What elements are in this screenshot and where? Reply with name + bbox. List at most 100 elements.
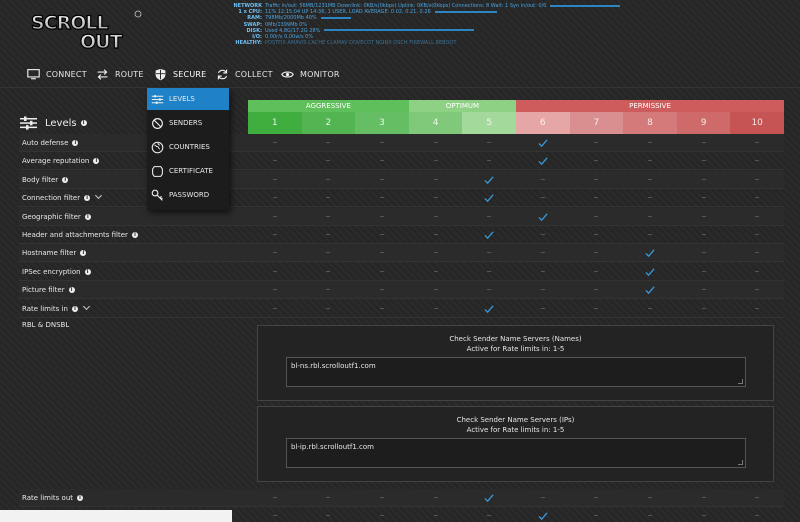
nav-monitor[interactable]: MONITOR <box>281 66 340 82</box>
level-cell[interactable] <box>433 215 438 217</box>
check-icon[interactable] <box>484 175 494 185</box>
level-cell[interactable] <box>755 142 760 143</box>
level-cell[interactable] <box>648 197 652 199</box>
level-cell[interactable] <box>433 178 438 180</box>
check-icon[interactable] <box>484 304 494 314</box>
scrollout-logo[interactable]: SCROLL OUT <box>28 8 143 54</box>
level-cell[interactable] <box>380 215 384 217</box>
level-cell[interactable] <box>540 270 545 272</box>
level-cell[interactable] <box>433 252 438 254</box>
level-cell[interactable] <box>594 252 599 254</box>
level-cell[interactable] <box>540 307 545 309</box>
info-icon[interactable]: i <box>84 268 91 275</box>
info-icon[interactable]: i <box>62 176 69 183</box>
check-icon[interactable] <box>484 230 494 240</box>
level-cell[interactable] <box>272 515 277 517</box>
menu-item-password[interactable]: PASSWORD <box>147 184 229 206</box>
level-cell[interactable] <box>326 160 331 162</box>
check-icon[interactable] <box>538 212 548 222</box>
level-4[interactable]: 4 <box>408 112 463 134</box>
level-cell[interactable] <box>594 307 599 309</box>
level-cell[interactable] <box>594 289 599 291</box>
level-cell[interactable] <box>701 197 706 199</box>
menu-item-levels[interactable]: LEVELS <box>147 88 229 110</box>
check-icon[interactable] <box>538 138 548 148</box>
level-cell[interactable] <box>701 289 706 291</box>
info-icon[interactable]: i <box>84 195 91 202</box>
level-cell[interactable] <box>755 215 760 217</box>
level-cell[interactable] <box>701 142 706 143</box>
info-icon[interactable]: i <box>68 287 75 294</box>
chevron-down-icon[interactable] <box>82 302 90 310</box>
level-cell[interactable] <box>755 270 760 272</box>
info-icon[interactable]: i <box>72 140 79 146</box>
level-cell[interactable] <box>755 178 760 180</box>
level-cell[interactable] <box>755 234 760 235</box>
resize-handle[interactable] <box>738 379 743 384</box>
level-cell[interactable] <box>487 270 492 272</box>
level-cell[interactable] <box>487 142 492 143</box>
level-cell[interactable] <box>594 497 599 498</box>
level-cell[interactable] <box>326 252 331 254</box>
level-cell[interactable] <box>648 497 652 498</box>
chevron-down-icon[interactable] <box>95 192 103 200</box>
rbl-textarea[interactable]: bl-ip.rbl.scrolloutf1.com <box>286 438 746 468</box>
level-cell[interactable] <box>326 197 331 199</box>
menu-item-senders[interactable]: SENDERS <box>147 112 229 134</box>
level-cell[interactable] <box>380 270 384 272</box>
level-cell[interactable] <box>326 307 331 309</box>
level-cell[interactable] <box>648 307 652 309</box>
level-cell[interactable] <box>326 270 331 272</box>
level-cell[interactable] <box>272 178 277 180</box>
level-cell[interactable] <box>701 515 706 517</box>
info-icon[interactable]: i <box>71 305 78 312</box>
check-icon[interactable] <box>645 285 655 295</box>
level-cell[interactable] <box>594 160 599 162</box>
level-cell[interactable] <box>594 215 599 217</box>
level-cell[interactable] <box>433 142 438 143</box>
level-cell[interactable] <box>326 515 331 517</box>
level-9[interactable]: 9 <box>676 112 731 134</box>
check-icon[interactable] <box>645 248 655 258</box>
level-cell[interactable] <box>540 252 545 254</box>
level-cell[interactable] <box>648 142 652 143</box>
level-cell[interactable] <box>487 160 492 162</box>
menu-item-countries[interactable]: COUNTRIES <box>147 136 229 158</box>
level-cell[interactable] <box>755 497 760 498</box>
rbl-textarea[interactable]: bl-ns.rbl.scrolloutf1.com <box>286 357 746 387</box>
level-cell[interactable] <box>272 289 277 291</box>
nav-route[interactable]: ROUTE <box>96 66 144 82</box>
level-cell[interactable] <box>380 142 384 143</box>
level-cell[interactable] <box>701 178 706 180</box>
info-icon[interactable]: i <box>131 232 138 238</box>
level-cell[interactable] <box>433 270 438 272</box>
level-5[interactable]: 5 <box>462 112 516 134</box>
level-cell[interactable] <box>648 215 652 217</box>
level-cell[interactable] <box>380 234 384 235</box>
level-cell[interactable] <box>272 497 277 498</box>
level-2[interactable]: 2 <box>301 112 356 134</box>
level-cell[interactable] <box>755 252 760 254</box>
level-10[interactable]: 10 <box>730 112 784 134</box>
level-cell[interactable] <box>433 497 438 498</box>
level-cell[interactable] <box>755 307 760 309</box>
info-icon[interactable]: i <box>80 120 87 126</box>
level-cell[interactable] <box>326 142 331 143</box>
level-cell[interactable] <box>380 497 384 498</box>
level-cell[interactable] <box>648 515 652 517</box>
nav-collect[interactable]: COLLECT <box>216 66 273 82</box>
level-cell[interactable] <box>701 234 706 235</box>
level-cell[interactable] <box>272 252 277 254</box>
menu-item-certificate[interactable]: CERTIFICATE <box>147 160 229 182</box>
level-cell[interactable] <box>433 197 438 199</box>
level-cell[interactable] <box>540 178 545 180</box>
level-cell[interactable] <box>433 160 438 162</box>
check-icon[interactable] <box>538 511 548 521</box>
level-cell[interactable] <box>594 234 599 235</box>
level-cell[interactable] <box>487 252 492 254</box>
info-icon[interactable]: i <box>84 213 91 220</box>
level-7[interactable]: 7 <box>569 112 624 134</box>
level-cell[interactable] <box>272 142 277 143</box>
level-cell[interactable] <box>380 252 384 254</box>
info-icon[interactable]: i <box>93 158 100 165</box>
